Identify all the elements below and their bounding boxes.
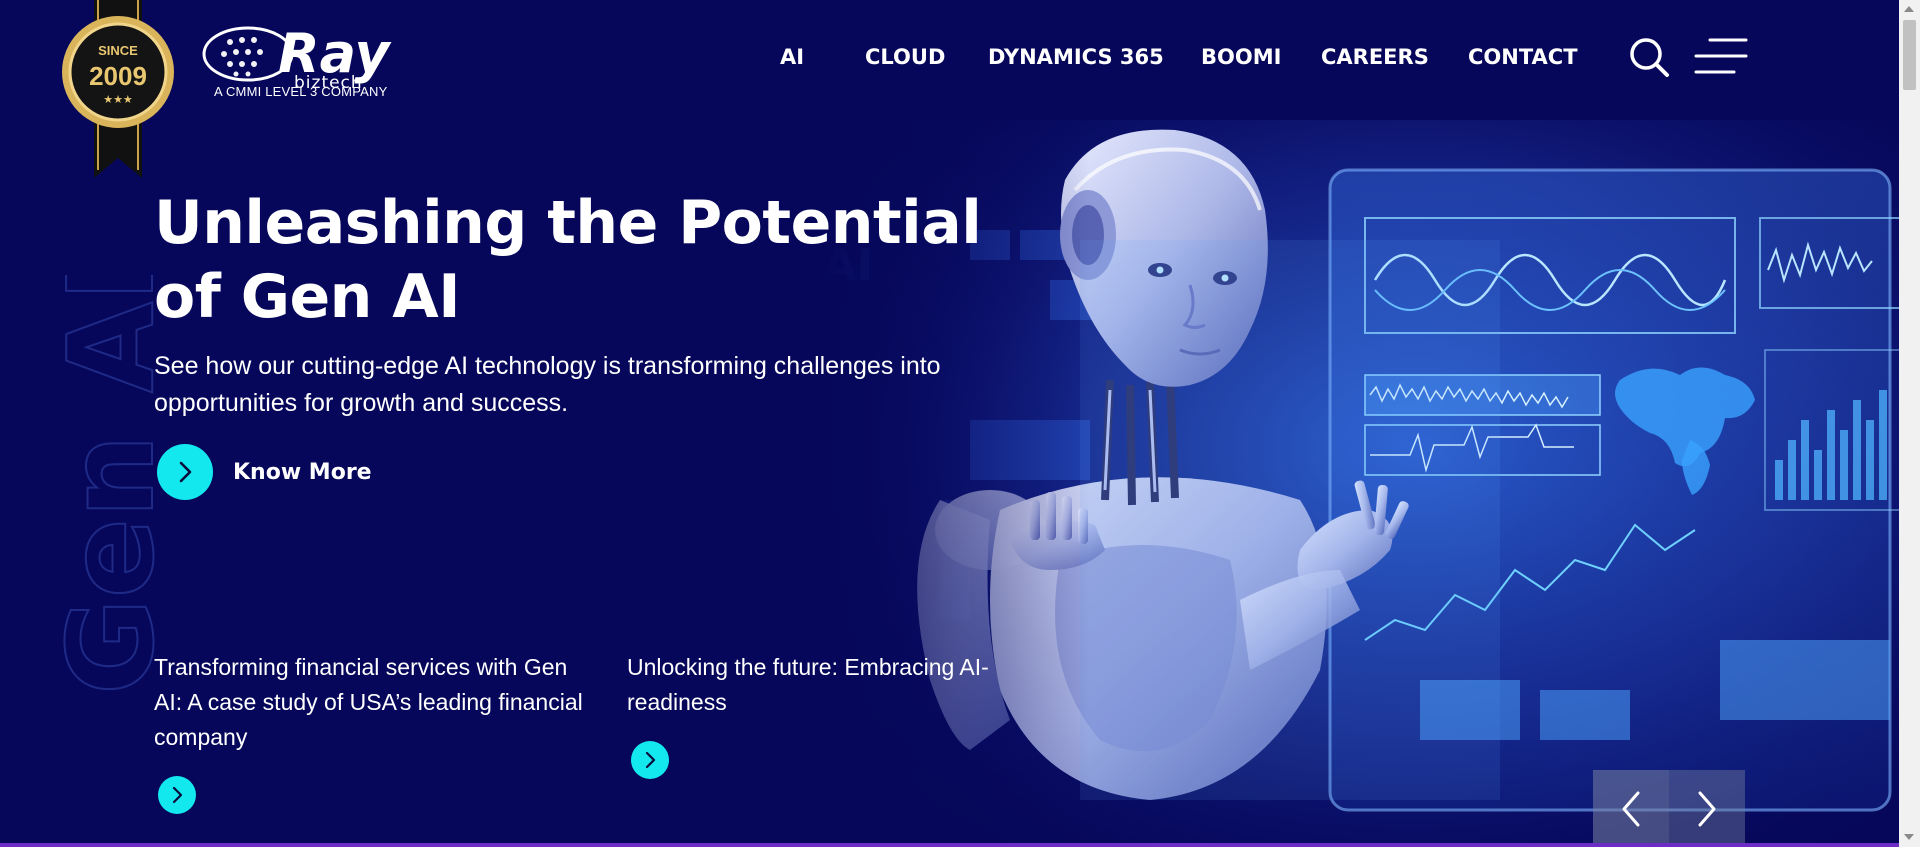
chevron-left-icon: [1622, 791, 1640, 826]
card-arrow-button[interactable]: [158, 776, 196, 814]
chevron-right-icon: [645, 751, 656, 769]
chevron-right-icon: [1698, 791, 1716, 826]
search-button[interactable]: [1628, 36, 1670, 78]
card-ai-readiness[interactable]: Unlocking the future: Embracing AI-readi…: [627, 650, 1027, 779]
bottom-accent-line: [0, 843, 1899, 847]
slider-prev-button[interactable]: [1593, 770, 1669, 847]
nav-item-contact[interactable]: CONTACT: [1468, 40, 1578, 74]
nav-item-careers[interactable]: CAREERS: [1321, 40, 1429, 74]
nav-item-boomi[interactable]: BOOMI: [1201, 40, 1281, 74]
page: Gen AI Gen AI SINCE 2009 ★★★ Ray biztech…: [0, 0, 1920, 847]
know-more-arrow[interactable]: [157, 444, 213, 500]
hero-title: Unleashing the Potential of Gen AI: [154, 188, 982, 332]
nav-item-dynamics-365[interactable]: DYNAMICS 365: [988, 40, 1164, 74]
card-arrow-button[interactable]: [631, 741, 669, 779]
scroll-down-arrow[interactable]: [1904, 834, 1914, 840]
scroll-up-arrow[interactable]: [1904, 6, 1914, 12]
chevron-right-icon: [179, 461, 192, 483]
page-scrollbar[interactable]: [1899, 0, 1920, 847]
nav-item-ai[interactable]: AI: [780, 40, 804, 74]
chevron-right-icon: [172, 786, 183, 804]
svg-text:★★★: ★★★: [103, 93, 133, 106]
scroll-thumb[interactable]: [1903, 20, 1916, 90]
logo-tagline: A CMMI LEVEL 3 COMPANY: [214, 84, 388, 99]
hero-subtitle: See how our cutting-edge AI technology i…: [154, 352, 941, 417]
know-more-button[interactable]: Know More: [157, 444, 372, 500]
card-title[interactable]: Unlocking the future: Embracing AI-readi…: [627, 650, 1027, 720]
badge-since-label: SINCE: [98, 43, 138, 58]
card-title[interactable]: Transforming financial services with Gen…: [154, 650, 594, 755]
search-icon: [1630, 38, 1669, 77]
card-financial-services[interactable]: Transforming financial services with Gen…: [154, 650, 594, 814]
nav-item-cloud[interactable]: CLOUD: [865, 40, 945, 74]
hamburger-menu-icon: [1694, 38, 1748, 74]
slider-next-button[interactable]: [1669, 770, 1745, 847]
know-more-label[interactable]: Know More: [233, 460, 372, 485]
menu-button[interactable]: [1692, 36, 1748, 78]
badge-year: 2009: [89, 61, 147, 91]
since-2009-badge: SINCE 2009 ★★★: [62, 0, 174, 178]
